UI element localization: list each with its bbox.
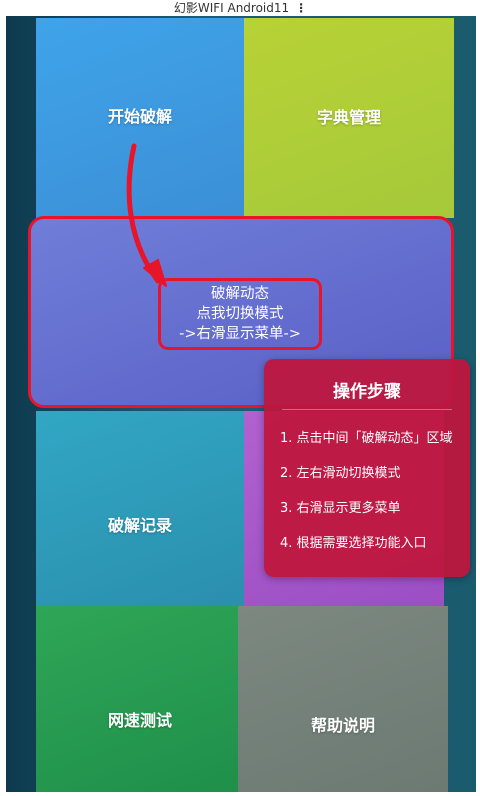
window-title: 幻影WIFI Android11 [173, 1, 290, 15]
step-item: 3. 右滑显示更多菜单 [280, 501, 401, 516]
step-item: 2. 左右滑动切换模式 [280, 466, 401, 481]
steps-panel: 操作步骤 1. 点击中间「破解动态」区域 2. 左右滑动切换模式 3. 右滑显示… [264, 359, 470, 577]
steps-divider [282, 409, 452, 410]
status-line-3: ->右滑显示菜单-> [179, 326, 301, 342]
app-screen: 开始破解 字典管理 破解记录 网速测试 帮助说明 破解动态 点我切换模式 ->右… [6, 16, 476, 792]
step-item: 4. 根据需要选择功能入口 [280, 536, 427, 551]
mode-toggle-button[interactable]: 破解动态 点我切换模式 ->右滑显示菜单-> [158, 278, 322, 350]
step-item: 1. 点击中间「破解动态」区域 [280, 431, 453, 446]
steps-title: 操作步骤 [333, 382, 401, 402]
kebab-menu-icon[interactable]: ⋮ [295, 0, 307, 16]
status-line-2: 点我切换模式 [196, 306, 284, 322]
status-line-1: 破解动态 [211, 286, 269, 302]
